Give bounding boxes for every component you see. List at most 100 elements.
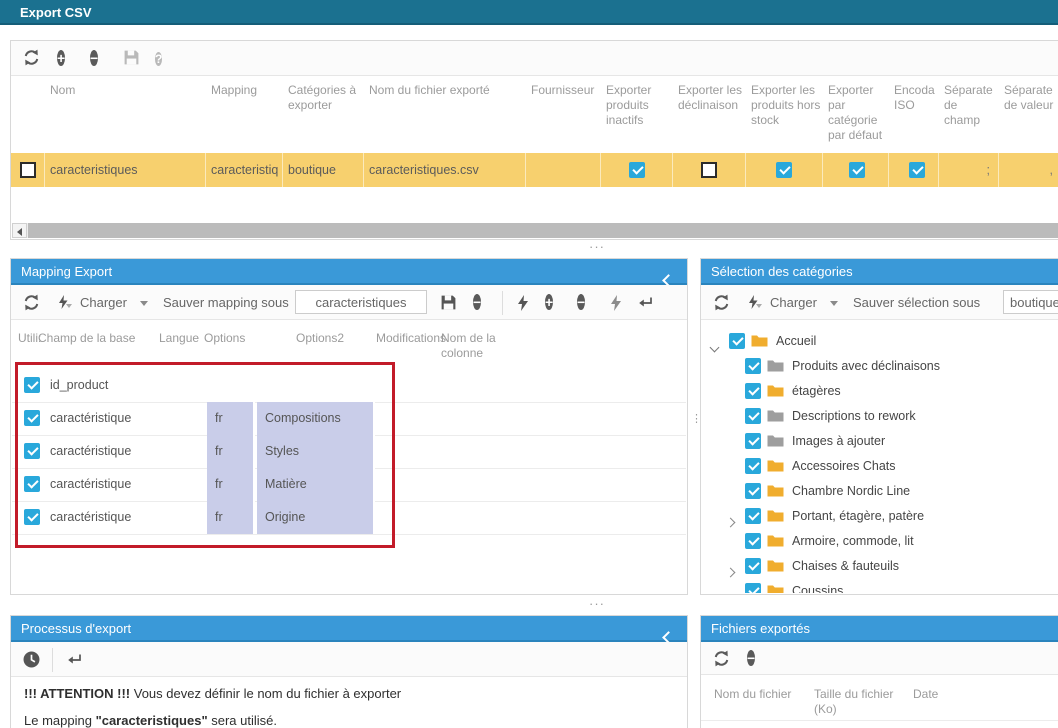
category-label[interactable]: Descriptions to rework (792, 404, 916, 429)
charger-dropdown-caret[interactable] (140, 301, 148, 306)
column-header-hors-stock[interactable]: Exporter les produits hors stock (746, 83, 822, 128)
row-checkbox[interactable] (24, 476, 40, 492)
export-row[interactable]: caracteristiques caracteristiq boutique … (11, 153, 1058, 187)
cell-separateur-valeur[interactable]: , (999, 153, 1058, 187)
options-cell[interactable]: Styles (257, 435, 375, 468)
category-label[interactable]: Coussins (792, 579, 843, 593)
mapping-row[interactable]: caractéristique fr Matière (12, 468, 686, 502)
add-field-button[interactable]: + (545, 294, 563, 312)
tree-item[interactable]: Chambre Nordic Line (701, 479, 1058, 504)
schedule-button[interactable] (23, 651, 41, 669)
tree-item[interactable]: Coussins (701, 579, 1058, 593)
tree-item[interactable]: Produits avec déclinaisons (701, 354, 1058, 379)
row-checkbox[interactable] (24, 377, 40, 393)
remove-button[interactable]: − (90, 50, 108, 68)
category-checkbox[interactable] (745, 508, 761, 524)
category-checkbox[interactable] (745, 483, 761, 499)
category-checkbox[interactable] (745, 408, 761, 424)
refresh-button[interactable] (23, 49, 41, 67)
help-button[interactable]: ? (155, 50, 173, 68)
charger-mapping-button[interactable] (57, 295, 75, 313)
selection-name-input[interactable] (1003, 290, 1058, 314)
langue-cell[interactable]: fr (207, 402, 255, 435)
category-label[interactable]: Portant, étagère, patère (792, 504, 924, 529)
tree-item[interactable]: Images à ajouter (701, 429, 1058, 454)
langue-cell[interactable]: fr (207, 435, 255, 468)
category-checkbox[interactable] (745, 583, 761, 593)
category-label[interactable]: Chambre Nordic Line (792, 479, 910, 504)
column-header-separateur-valeur[interactable]: Séparate de valeur (999, 83, 1057, 113)
delete-file-button[interactable]: − (747, 650, 765, 668)
cell-categories[interactable]: boutique (283, 153, 364, 187)
column-header-encodage[interactable]: Encoda ISO (889, 83, 939, 113)
mapping-name-input[interactable] (295, 290, 427, 314)
cell-separateur-champ[interactable]: ; (939, 153, 999, 187)
column-header-fichier[interactable]: Nom du fichier exporté (364, 83, 524, 98)
horizontal-resize-handle[interactable]: ··· (589, 600, 605, 608)
column-header-categorie-defaut[interactable]: Exporter par catégorie par défaut (823, 83, 889, 143)
mapping-row[interactable]: caractéristique fr Styles (12, 435, 686, 469)
options-cell[interactable]: Matière (257, 468, 375, 501)
mapping-row[interactable]: caractéristique fr Compositions (12, 402, 686, 436)
sauver-selection-button[interactable]: Sauver sélection sous (853, 285, 980, 320)
category-checkbox[interactable] (745, 458, 761, 474)
refresh-categories-button[interactable] (713, 294, 731, 312)
horizontal-resize-handle[interactable]: ··· (589, 243, 605, 251)
refresh-mapping-button[interactable] (23, 294, 41, 312)
category-label[interactable]: Produits avec déclinaisons (792, 354, 940, 379)
mapping-row[interactable]: caractéristique fr Origine (12, 501, 686, 535)
encodage-iso-checkbox[interactable] (909, 162, 925, 178)
hors-stock-checkbox[interactable] (776, 162, 792, 178)
column-header-separateur-champ[interactable]: Séparate de champ (939, 83, 995, 128)
column-header-declinaisons[interactable]: Exporter les déclinaison (673, 83, 745, 113)
tree-item-accueil[interactable]: Accueil (701, 329, 1058, 354)
category-label[interactable]: Accueil (776, 329, 816, 354)
tree-item[interactable]: Chaises & fauteuils (701, 554, 1058, 579)
files-header-date[interactable]: Date (913, 687, 963, 702)
row-checkbox[interactable] (24, 509, 40, 525)
tree-item[interactable]: Armoire, commode, lit (701, 529, 1058, 554)
produits-inactifs-checkbox[interactable] (629, 162, 645, 178)
column-header-mapping[interactable]: Mapping (206, 83, 282, 98)
category-label[interactable]: Chaises & fauteuils (792, 554, 899, 579)
tree-item[interactable]: Portant, étagère, patère (701, 504, 1058, 529)
sauver-mapping-button[interactable]: Sauver mapping sous (163, 285, 289, 320)
charger-selection-button[interactable] (747, 295, 765, 313)
mapping-row[interactable]: id_product (12, 369, 686, 403)
category-checkbox[interactable] (745, 558, 761, 574)
cell-nom[interactable]: caracteristiques (45, 153, 206, 187)
files-header-taille[interactable]: Taille du fichier (Ko) (814, 687, 902, 717)
save-mapping-button[interactable] (440, 294, 458, 312)
category-checkbox[interactable] (745, 433, 761, 449)
tree-item[interactable]: Accessoires Chats (701, 454, 1058, 479)
tree-item[interactable]: étagères (701, 379, 1058, 404)
declinaisons-checkbox[interactable] (701, 162, 717, 178)
scroll-left-button[interactable] (12, 223, 27, 238)
category-label[interactable]: Images à ajouter (792, 429, 885, 454)
revert-button[interactable] (67, 652, 85, 670)
options-cell[interactable]: Compositions (257, 402, 375, 435)
row-checkbox[interactable] (24, 443, 40, 459)
category-checkbox[interactable] (745, 533, 761, 549)
row-select-checkbox[interactable] (20, 162, 36, 178)
langue-cell[interactable]: fr (207, 501, 255, 534)
category-label[interactable]: Armoire, commode, lit (792, 529, 914, 554)
charger-selection-label[interactable]: Charger (770, 285, 817, 320)
column-header-categories[interactable]: Catégories à exporter (283, 83, 363, 113)
save-button[interactable] (123, 49, 141, 67)
langue-cell[interactable]: fr (207, 468, 255, 501)
categorie-defaut-checkbox[interactable] (849, 162, 865, 178)
horizontal-scrollbar[interactable] (12, 223, 1058, 238)
remove-field-button[interactable]: − (577, 294, 595, 312)
category-checkbox[interactable] (729, 333, 745, 349)
cell-fichier[interactable]: caracteristiques.csv (364, 153, 526, 187)
cell-fournisseur[interactable] (526, 153, 601, 187)
options-cell[interactable]: Origine (257, 501, 375, 534)
category-checkbox[interactable] (745, 383, 761, 399)
auto-fill-button[interactable] (516, 295, 534, 313)
category-label[interactable]: Accessoires Chats (792, 454, 896, 479)
add-button[interactable]: + (57, 50, 75, 68)
scrollbar-thumb[interactable] (28, 223, 1058, 238)
charger-dropdown-caret[interactable] (830, 301, 838, 306)
row-checkbox[interactable] (24, 410, 40, 426)
